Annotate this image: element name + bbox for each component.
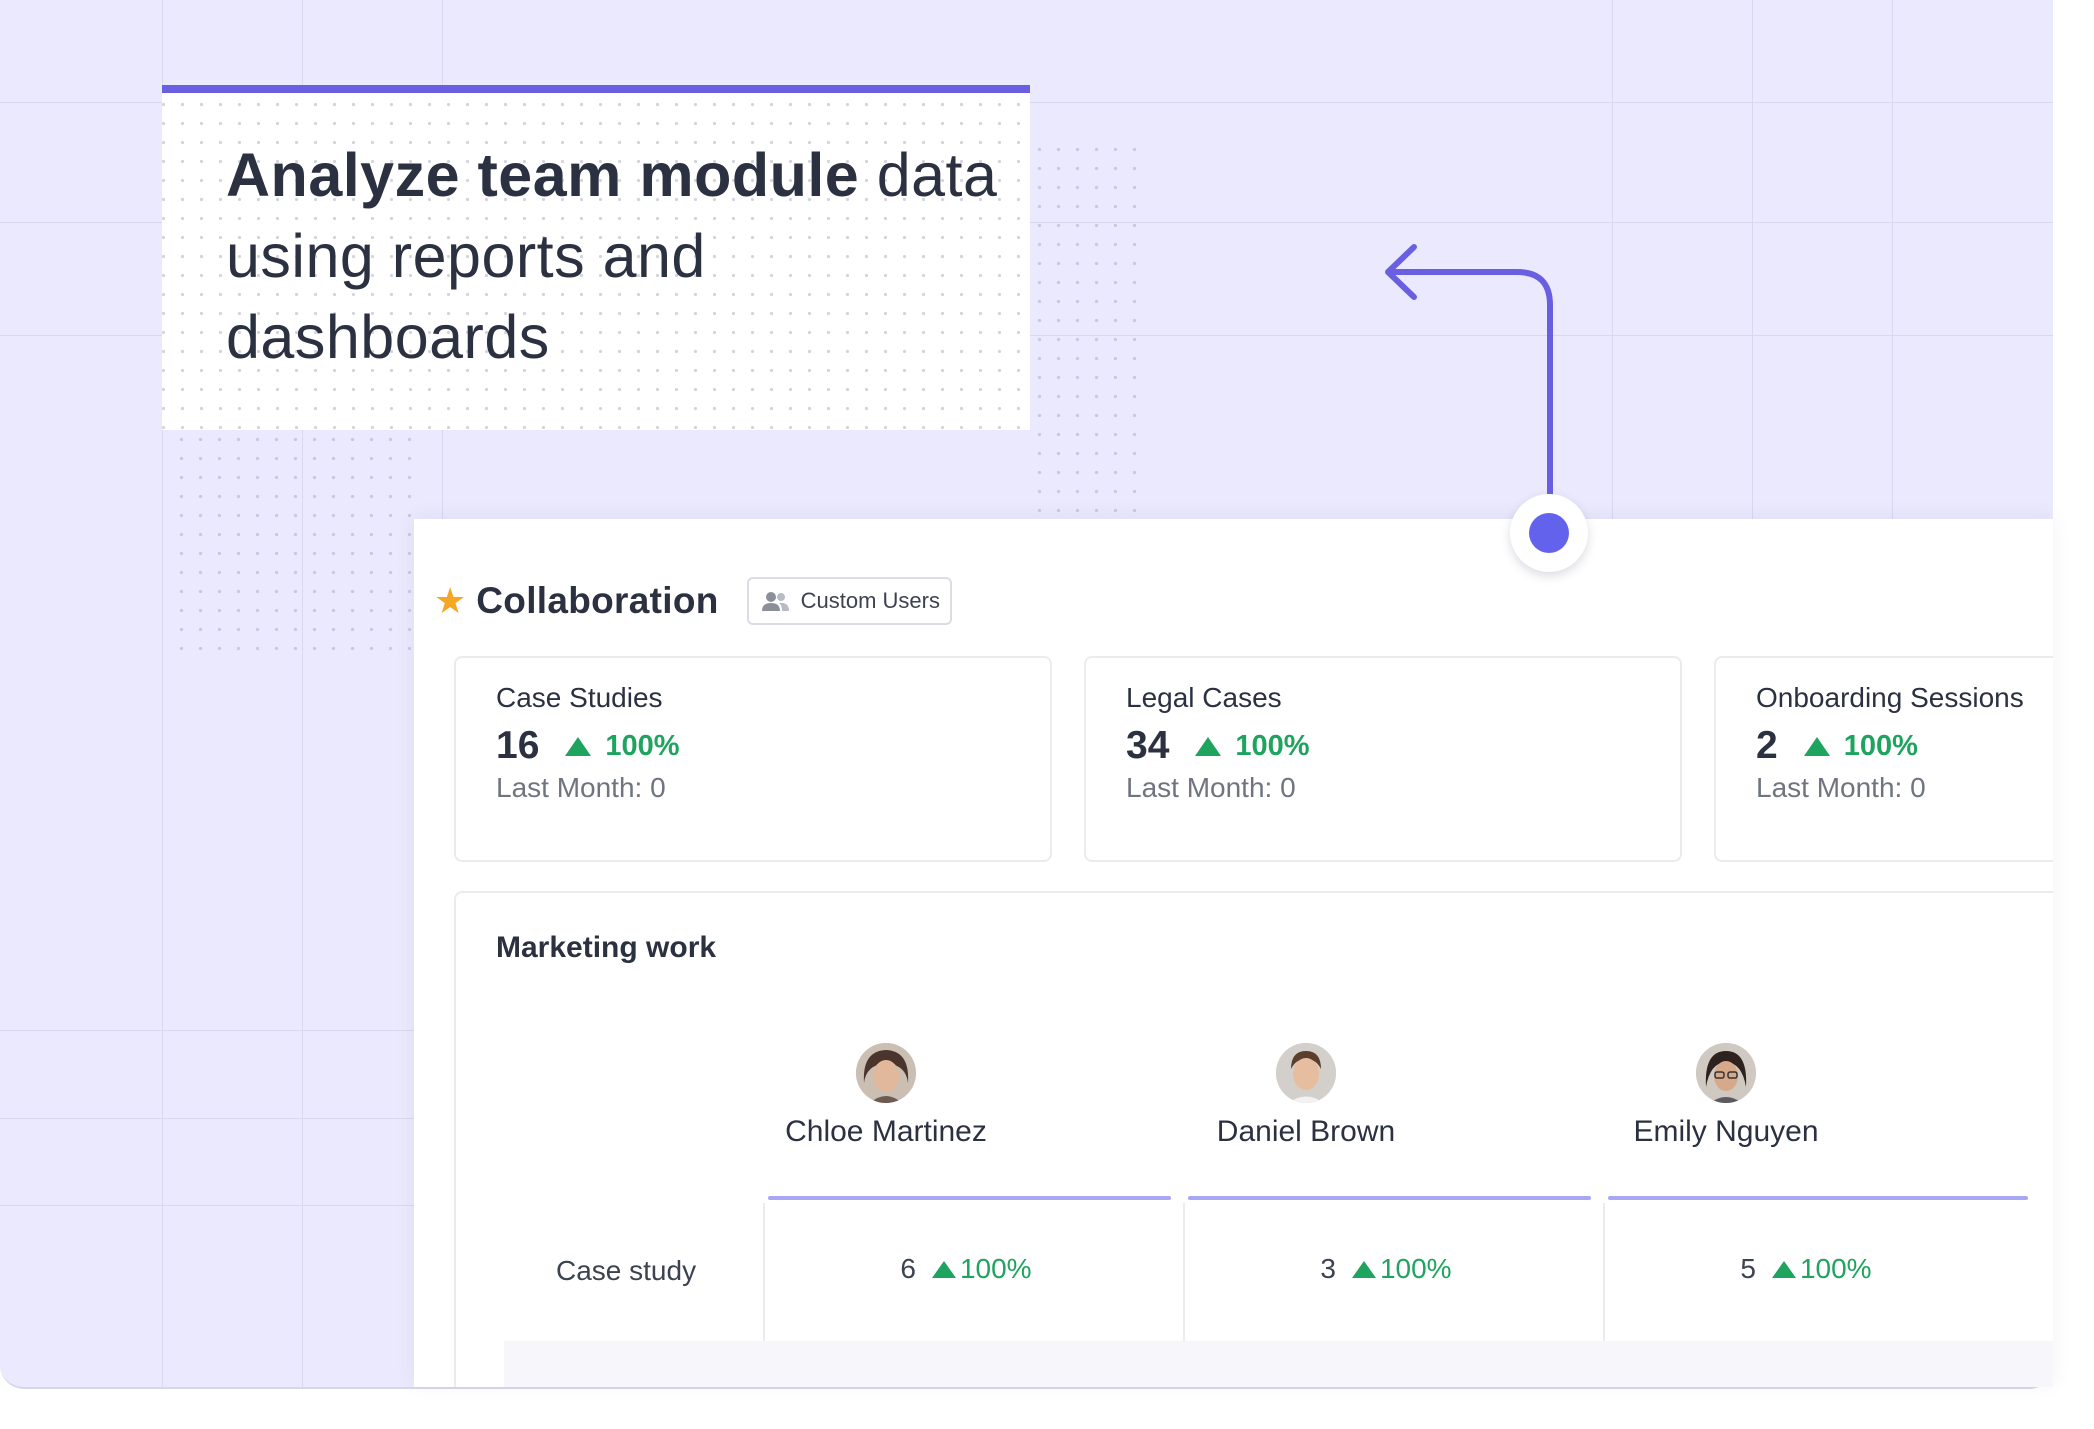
users-icon [761, 592, 789, 611]
kpi-change: 100% [1235, 729, 1310, 762]
report-card-marketing-work: Marketing work Chloe Martinez Daniel Bro… [454, 891, 2053, 1387]
column-accent-line [1608, 1196, 2028, 1200]
dashboard-panel: ★ Collaboration Custom Users Case Studie… [414, 519, 2053, 1387]
kpi-last-month: Last Month: 0 [1126, 772, 1296, 803]
column-accent-line [1188, 1196, 1591, 1200]
kpi-row: 34 100% [1126, 724, 1310, 768]
person-header-emily[interactable]: Emily Nguyen [1576, 1043, 1876, 1149]
kpi-card-legal-cases[interactable]: Legal Cases 34 100% Last Month: 0 [1084, 656, 1682, 862]
kpi-row: 16 100% [496, 724, 680, 768]
table-cell[interactable]: 5 100% [1656, 1253, 1956, 1285]
table-cell[interactable]: 3 100% [1236, 1253, 1536, 1285]
cell-change: 100% [1799, 1253, 1872, 1284]
kpi-value: 2 [1756, 724, 1778, 767]
kpi-card-onboarding-sessions[interactable]: Onboarding Sessions 2 100% Last Month: 0 [1714, 656, 2053, 862]
avatar [856, 1043, 916, 1103]
triangle-up-icon [1351, 1260, 1376, 1278]
table-cell[interactable]: 6 100% [816, 1253, 1116, 1285]
dashboard-header: ★ Collaboration Custom Users [434, 577, 952, 625]
kpi-last-month: Last Month: 0 [1756, 772, 1926, 803]
stage: Analyze team module data using reports a… [0, 0, 2094, 1429]
kpi-title: Case Studies [496, 682, 663, 713]
kpi-title: Onboarding Sessions [1756, 682, 2024, 713]
star-icon[interactable]: ★ [434, 583, 466, 619]
triangle-up-icon [565, 736, 592, 756]
headline: Analyze team module data using reports a… [226, 135, 1026, 378]
person-header-daniel[interactable]: Daniel Brown [1156, 1043, 1456, 1149]
kpi-card-case-studies[interactable]: Case Studies 16 100% Last Month: 0 [454, 656, 1052, 862]
kpi-last-month: Last Month: 0 [496, 772, 666, 803]
kpi-title: Legal Cases [1126, 682, 1282, 713]
cell-value: 3 [1320, 1253, 1336, 1284]
dot-pattern [172, 430, 422, 650]
headline-bold: Analyze team module [226, 141, 860, 209]
triangle-up-icon [1771, 1260, 1796, 1278]
triangle-up-icon [1195, 736, 1222, 756]
avatar [1276, 1043, 1336, 1103]
kpi-row: 2 100% [1756, 724, 1918, 768]
custom-users-badge[interactable]: Custom Users [746, 577, 952, 625]
dashboard-title: Collaboration [476, 580, 719, 621]
cell-value: 5 [1740, 1253, 1756, 1284]
cell-change: 100% [959, 1253, 1032, 1284]
dot-pattern [1030, 140, 1140, 520]
cell-change: 100% [1379, 1253, 1452, 1284]
person-header-chloe[interactable]: Chloe Martinez [736, 1043, 1036, 1149]
kpi-value: 16 [496, 724, 540, 767]
kpi-change: 100% [1843, 729, 1918, 762]
person-name: Emily Nguyen [1633, 1115, 1819, 1148]
person-name: Chloe Martinez [785, 1115, 987, 1148]
cell-value: 6 [900, 1253, 916, 1284]
kpi-value: 34 [1126, 724, 1170, 767]
avatar [1696, 1043, 1756, 1103]
pin-marker [1510, 494, 1588, 572]
table-row [504, 1341, 2053, 1387]
person-name: Daniel Brown [1216, 1115, 1396, 1148]
headline-card: Analyze team module data using reports a… [162, 85, 1030, 430]
report-title: Marketing work [496, 931, 717, 964]
triangle-up-icon [931, 1260, 956, 1278]
badge-label: Custom Users [800, 588, 940, 613]
row-label-case-study: Case study [556, 1255, 697, 1286]
kpi-change: 100% [605, 729, 680, 762]
triangle-up-icon [1803, 736, 1830, 756]
column-accent-line [768, 1196, 1171, 1200]
